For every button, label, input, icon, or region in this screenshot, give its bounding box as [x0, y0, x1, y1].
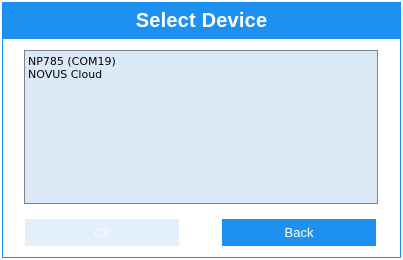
select-device-dialog: Select Device NP785 (COM19) NOVUS Cloud …	[2, 2, 401, 258]
device-list-item-np785[interactable]: NP785 (COM19)	[28, 55, 374, 68]
dialog-title-bar: Select Device	[3, 3, 400, 39]
back-button[interactable]: Back	[222, 219, 376, 246]
device-list-item-novus-cloud[interactable]: NOVUS Cloud	[28, 68, 374, 81]
dialog-title: Select Device	[135, 9, 268, 32]
ok-button[interactable]: Ok	[25, 219, 179, 246]
device-list[interactable]: NP785 (COM19) NOVUS Cloud	[24, 50, 378, 204]
